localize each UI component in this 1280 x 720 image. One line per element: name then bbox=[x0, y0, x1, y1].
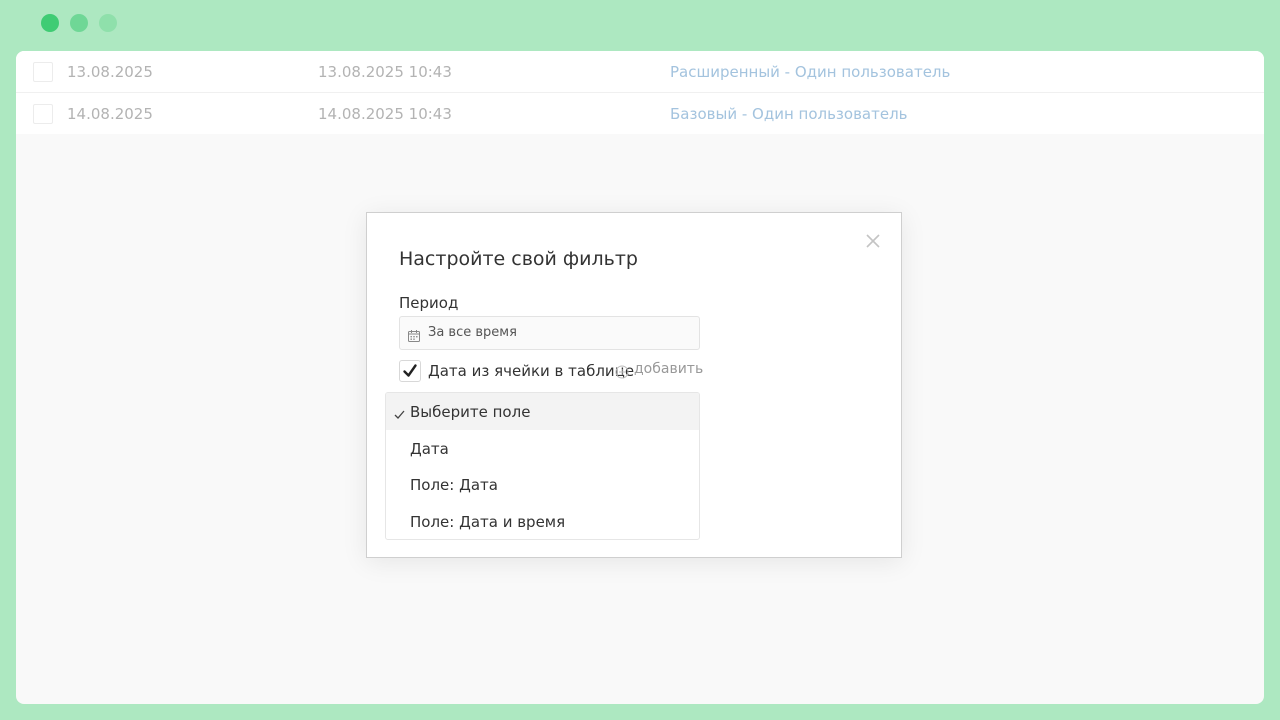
row-checkbox[interactable] bbox=[33, 104, 53, 124]
row-checkbox[interactable] bbox=[33, 62, 53, 82]
filter-modal: Настройте свой фильтр Период За все врем… bbox=[366, 212, 902, 558]
modal-title: Настройте свой фильтр bbox=[399, 248, 638, 270]
window-close-dot[interactable] bbox=[41, 14, 59, 32]
dropdown-option[interactable]: Поле: Дата и время bbox=[386, 503, 699, 540]
period-label: Период bbox=[399, 294, 459, 312]
dropdown-option-label: Поле: Дата и время bbox=[410, 512, 566, 531]
row-date: 13.08.2025 bbox=[67, 63, 153, 81]
row-plan-link[interactable]: Расширенный - Один пользователь bbox=[670, 63, 950, 81]
period-value: За все время bbox=[428, 325, 517, 340]
dropdown-option[interactable]: Выберите поле bbox=[386, 393, 699, 430]
dropdown-option[interactable]: Дата bbox=[386, 430, 699, 467]
calendar-icon bbox=[408, 327, 420, 346]
row-datetime: 14.08.2025 10:43 bbox=[318, 105, 452, 123]
dropdown-option[interactable]: Поле: Дата bbox=[386, 466, 699, 503]
date-from-cell-label: Дата из ячейки в таблице bbox=[428, 362, 635, 380]
window-minimize-dot[interactable] bbox=[70, 14, 88, 32]
data-table: 13.08.2025 13.08.2025 10:43 Расширенный … bbox=[16, 51, 1264, 134]
date-from-cell-checkbox[interactable] bbox=[399, 360, 421, 382]
table-row[interactable]: 13.08.2025 13.08.2025 10:43 Расширенный … bbox=[16, 51, 1264, 93]
date-from-cell-row: Дата из ячейки в таблице добавить bbox=[399, 359, 709, 383]
table-row[interactable]: 14.08.2025 14.08.2025 10:43 Базовый - Од… bbox=[16, 93, 1264, 134]
period-date-field[interactable]: За все время bbox=[399, 316, 700, 350]
field-dropdown[interactable]: Выберите поле Дата Поле: Дата Поле: Дата… bbox=[385, 392, 700, 540]
close-icon[interactable] bbox=[865, 233, 881, 249]
dropdown-option-label: Поле: Дата bbox=[410, 476, 498, 494]
row-plan-link[interactable]: Базовый - Один пользователь bbox=[670, 105, 908, 123]
window-maximize-dot[interactable] bbox=[99, 14, 117, 32]
dropdown-option-label: Выберите поле bbox=[410, 403, 531, 421]
add-label: добавить bbox=[634, 361, 704, 377]
plus-circle-icon bbox=[615, 364, 629, 383]
row-date: 14.08.2025 bbox=[67, 105, 153, 123]
check-icon bbox=[394, 405, 405, 424]
dropdown-option-label: Дата bbox=[410, 439, 449, 458]
row-datetime: 13.08.2025 10:43 bbox=[318, 63, 452, 81]
